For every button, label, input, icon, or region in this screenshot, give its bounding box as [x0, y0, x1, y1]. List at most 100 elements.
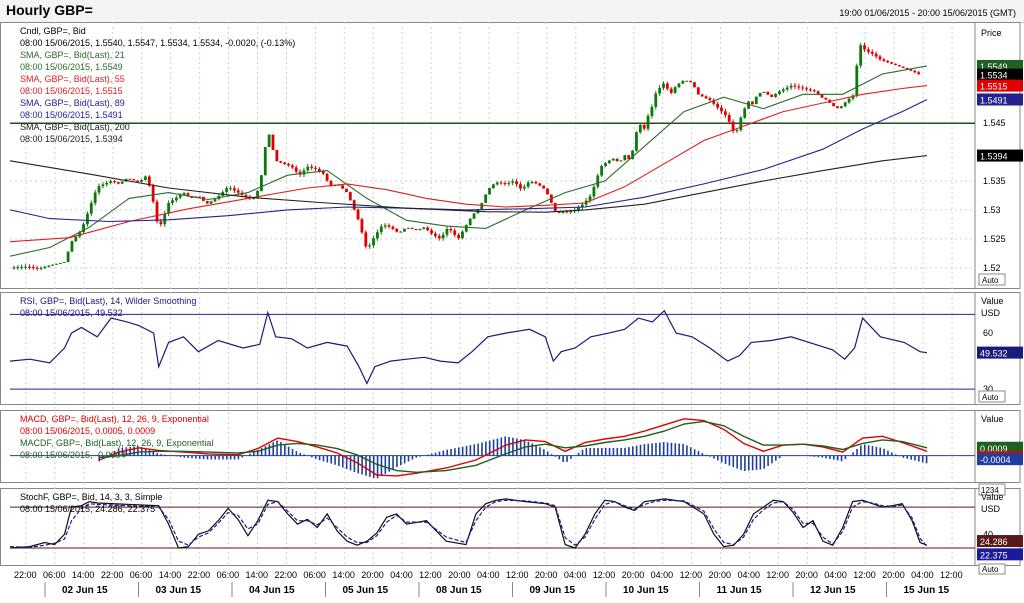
candle-down: [433, 233, 437, 237]
candle-up: [785, 87, 789, 90]
candle-down: [341, 185, 344, 189]
candle-down: [519, 184, 522, 189]
candle-down: [546, 188, 549, 195]
candle-down: [453, 230, 457, 235]
candle-down: [310, 166, 314, 168]
candle-up: [383, 225, 387, 227]
time-tick-label: 14:00: [332, 570, 355, 580]
legend-line-2: SMA, GBP=, Bid(Last), 21: [20, 50, 125, 60]
candle-up: [638, 124, 642, 133]
candle-down: [232, 188, 236, 191]
price-tag-2: 1.5515: [980, 82, 1008, 92]
day-tick-label: 02 Jun 15: [62, 585, 108, 596]
legend-line-9: 08:00 15/06/2015, 1.5394: [20, 134, 123, 144]
candle-down: [542, 185, 546, 189]
candle-up: [650, 106, 654, 116]
day-tick-label: 11 Jun 15: [717, 585, 762, 596]
candle-down: [360, 219, 364, 233]
candle-down: [290, 165, 294, 168]
legend-line-0: MACD, GBP=, Bid(Last), 12, 26, 9, Expone…: [20, 414, 209, 424]
legend-line-2: MACDF, GBP=, Bid(Last), 12, 26, 9, Expon…: [20, 438, 213, 448]
candle-down: [325, 173, 329, 181]
candle-down: [159, 221, 163, 225]
candle-down: [870, 51, 874, 54]
candle-up: [461, 231, 464, 239]
candle-down: [515, 181, 518, 185]
chart-canvas[interactable]: Cndl, GBP=, Bid 08:00 15/06/2015, 1.5540,…: [0, 22, 1024, 603]
candle-up: [635, 132, 638, 151]
candle-down: [35, 267, 39, 269]
candle-up: [372, 238, 375, 246]
candle-up: [399, 231, 402, 233]
macd-panel[interactable]: MACD, GBP=, Bid(Last), 12, 26, 9, Expone…: [10, 414, 975, 479]
candle-down: [665, 83, 669, 89]
price-auto-label: Auto: [982, 276, 999, 285]
rsi-line: [9, 309, 928, 385]
day-tick-label: 03 Jun 15: [156, 585, 202, 596]
candle-down: [727, 115, 731, 122]
candle-down: [874, 53, 878, 57]
candle-down: [805, 88, 808, 90]
candle-up: [20, 267, 24, 269]
day-tick-label: 09 Jun 15: [530, 585, 576, 596]
sma-line-sma-55: [9, 85, 928, 243]
candle-down: [882, 59, 886, 61]
candle-down: [430, 230, 433, 234]
candle-down: [410, 227, 414, 229]
time-tick-label: 06:00: [303, 570, 326, 580]
candle-up: [778, 91, 781, 95]
rsi-axis-unit: USD: [981, 308, 1001, 318]
sma-line-sma-200: [9, 155, 928, 213]
candle-down: [113, 181, 116, 183]
grid-layer: [0, 22, 1021, 566]
candle-up: [607, 160, 611, 164]
price-panel[interactable]: Cndl, GBP=, Bid 08:00 15/06/2015, 1.5540,…: [9, 22, 975, 271]
candle-up: [658, 87, 662, 94]
stoch-tag-0: 24.286: [980, 537, 1008, 547]
rsi-axis-title: Value: [981, 296, 1003, 306]
candle-up: [66, 251, 70, 263]
stoch-axis-unit: USD: [981, 504, 1001, 514]
title-bar: Hourly GBP= 19:00 01/06/2015 - 20:00 15/…: [0, 0, 1024, 23]
stochastic-panel[interactable]: StochF, GBP=, Bid, 14, 3, 3, Simple 08:00…: [9, 492, 975, 549]
candle-up: [484, 194, 488, 203]
price-tick-label: 1.53: [983, 205, 1001, 215]
candle-up: [109, 181, 113, 183]
candle-down: [437, 236, 441, 239]
legend-line-1: 08:00 15/06/2015, 49.532: [20, 308, 123, 318]
candle-up: [422, 227, 426, 229]
candle-down: [723, 111, 727, 116]
candle-up: [229, 188, 232, 190]
candle-up: [596, 175, 600, 187]
price-tag-1: 1.5534: [980, 71, 1008, 81]
candle-up: [403, 228, 406, 232]
candle-down: [901, 66, 905, 68]
time-tick-label: 22:00: [101, 570, 124, 580]
candle-up: [623, 155, 627, 161]
candle-up: [163, 213, 167, 225]
time-tick-label: 14:00: [159, 570, 182, 580]
candle-up: [260, 175, 263, 191]
legend-line-7: 08:00 15/06/2015, 1.5491: [20, 110, 123, 120]
candle-down: [824, 97, 828, 100]
sma-line-sma-89: [9, 99, 928, 223]
rsi-panel[interactable]: RSI, GBP=, Bid(Last), 14, Wilder Smoothi…: [9, 296, 975, 390]
time-tick-label: 06:00: [217, 570, 240, 580]
candle-down: [832, 102, 836, 107]
candle-up: [105, 182, 109, 185]
candle-up: [685, 80, 689, 82]
candle-up: [379, 226, 383, 233]
candle-up: [89, 203, 93, 214]
candle-up: [495, 182, 499, 185]
rsi-tick-label: 60: [983, 328, 993, 338]
candle-down: [836, 106, 839, 109]
time-tick-label: 20:00: [535, 570, 558, 580]
legend-line-1: 08:00 15/06/2015, 24.286, 22.375: [20, 504, 155, 514]
candle-down: [669, 88, 673, 93]
candle-down: [913, 70, 917, 73]
candle-down: [704, 96, 708, 99]
candle-down: [345, 188, 348, 193]
candle-down: [770, 94, 774, 97]
axis-layer: 1.521.5251.531.5351.545Price1.55491.5534…: [14, 28, 1023, 597]
candle-down: [499, 182, 503, 184]
